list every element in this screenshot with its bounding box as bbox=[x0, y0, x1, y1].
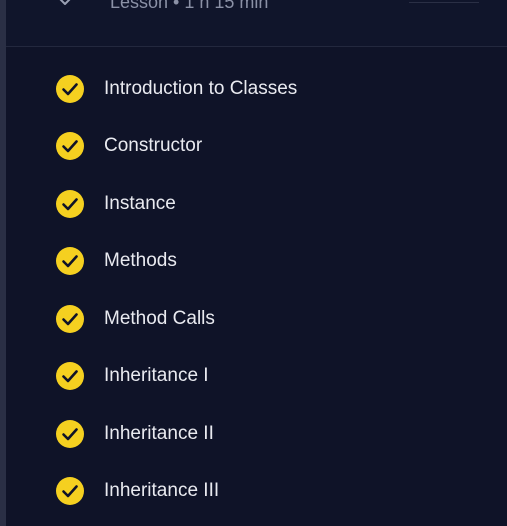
lesson-label: Constructor bbox=[104, 135, 203, 157]
lesson-item[interactable]: Instance bbox=[0, 175, 507, 233]
check-circle-icon bbox=[56, 247, 84, 276]
check-circle-icon bbox=[56, 74, 84, 103]
check-circle-icon bbox=[56, 477, 84, 506]
check-circle-icon bbox=[56, 189, 84, 218]
lesson-label: Introduction to Classes bbox=[104, 77, 298, 99]
lesson-item[interactable]: Inheritance II bbox=[0, 405, 507, 463]
lesson-list: Introduction to Classes Constructor Inst… bbox=[0, 60, 507, 520]
lesson-label: Method Calls bbox=[104, 307, 215, 329]
lesson-label: Inheritance II bbox=[104, 422, 214, 444]
lesson-item[interactable]: Method Calls bbox=[0, 290, 507, 348]
check-circle-icon bbox=[56, 419, 84, 448]
lesson-label: Inheritance I bbox=[104, 365, 209, 387]
lesson-item[interactable]: Constructor bbox=[0, 118, 507, 176]
lesson-item[interactable]: Inheritance I bbox=[0, 348, 507, 406]
lesson-panel: Lesson • 1 h 15 min Introduction to Clas… bbox=[0, 0, 507, 526]
lesson-label: Methods bbox=[104, 250, 177, 272]
module-subtitle: Lesson • 1 h 15 min bbox=[110, 0, 269, 12]
check-circle-icon bbox=[56, 362, 84, 391]
lesson-item[interactable]: Methods bbox=[0, 233, 507, 291]
lesson-item[interactable]: Introduction to Classes bbox=[0, 60, 507, 118]
check-circle-icon bbox=[56, 304, 84, 333]
module-header[interactable]: Lesson • 1 h 15 min bbox=[6, 0, 507, 47]
check-circle-icon bbox=[56, 132, 84, 161]
lesson-label: Instance bbox=[104, 192, 176, 214]
header-divider bbox=[409, 0, 479, 3]
lesson-item[interactable]: Inheritance III bbox=[0, 463, 507, 521]
lesson-label: Inheritance III bbox=[104, 480, 220, 502]
chevron-down-icon[interactable] bbox=[58, 0, 72, 5]
